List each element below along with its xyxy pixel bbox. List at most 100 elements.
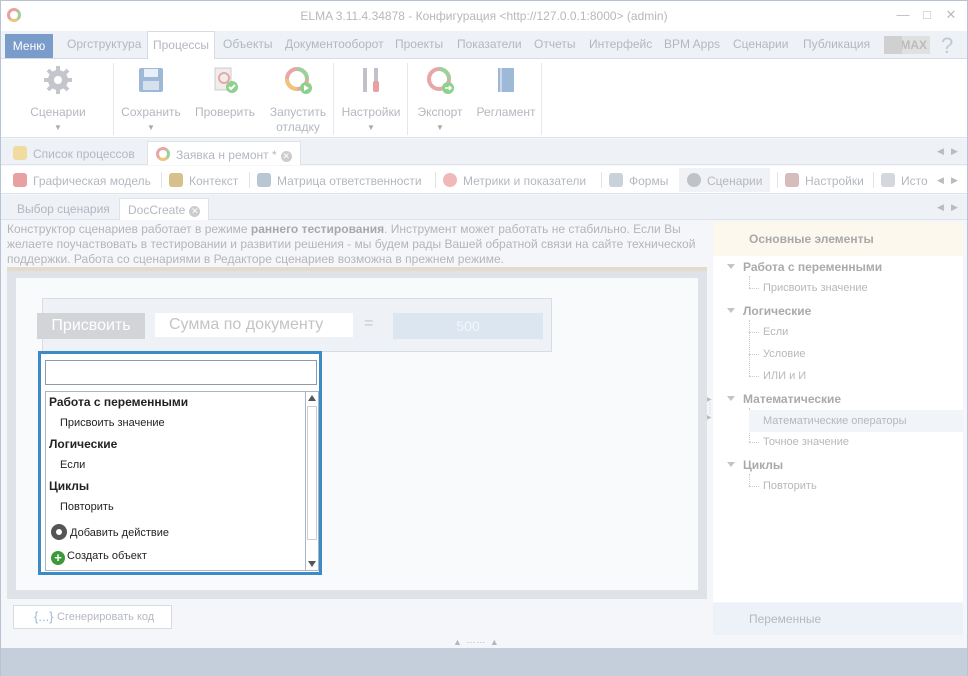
tree-item-repeat[interactable]: Повторить bbox=[763, 480, 817, 492]
tree-line bbox=[749, 474, 750, 486]
scenarios-button[interactable]: Сценарии ▼ bbox=[27, 65, 89, 135]
add-action-label: Добавить действие bbox=[70, 527, 169, 539]
tree-item-exact-value[interactable]: Точное значение bbox=[763, 436, 849, 448]
tree-item-or-and[interactable]: ИЛИ и И bbox=[763, 370, 806, 382]
tab-repair-request[interactable]: Заявка н ремонт * ✕ bbox=[147, 141, 301, 165]
menu-button[interactable]: Меню bbox=[5, 34, 53, 58]
tools-icon bbox=[785, 173, 799, 187]
tree-group-variables[interactable]: Работа с переменными bbox=[726, 260, 882, 274]
help-icon[interactable]: ? bbox=[941, 33, 953, 59]
tab-scroll-right-icon[interactable]: ▶ bbox=[951, 175, 958, 186]
generate-code-button[interactable]: {...} Сгенерировать код bbox=[13, 605, 172, 629]
tree-line bbox=[749, 376, 759, 377]
variable-field[interactable]: Сумма по документу bbox=[155, 313, 353, 337]
tab-metrics[interactable]: Метрики и показатели bbox=[443, 173, 586, 188]
tab-scenarios[interactable]: Сценарии bbox=[733, 37, 788, 51]
tools-icon bbox=[363, 68, 379, 92]
tree-item-condition[interactable]: Условие bbox=[763, 348, 806, 360]
tab-orgstructure[interactable]: Оргструктура bbox=[67, 37, 141, 51]
list-group-variables: Работа с переменными bbox=[49, 395, 189, 409]
ribbon-toolbar: Сценарии ▼ Сохранить ▼ Проверить Запусти… bbox=[1, 59, 967, 138]
action-search-input[interactable] bbox=[45, 360, 317, 385]
tab-close-icon[interactable]: ✕ bbox=[280, 151, 292, 162]
scroll-thumb[interactable] bbox=[307, 406, 317, 540]
tab-doccreate[interactable]: DocCreate ✕ bbox=[119, 198, 210, 220]
book-icon bbox=[498, 68, 514, 92]
main-menu-bar: Меню Оргструктура Процессы Объекты Докум… bbox=[1, 31, 967, 60]
tab-scroll-left-icon[interactable]: ◀ bbox=[937, 175, 944, 186]
tab-forms[interactable]: Формы bbox=[609, 173, 668, 188]
list-group-logical: Логические bbox=[49, 437, 118, 451]
elements-panel: Основные элементы Работа с переменными П… bbox=[713, 222, 963, 602]
scenarios-label: Сценарии bbox=[30, 105, 86, 119]
debug-icon bbox=[285, 67, 312, 94]
tab-separator bbox=[873, 172, 874, 188]
tree-item-if[interactable]: Если bbox=[763, 326, 788, 338]
tab-scroll-right-icon[interactable]: ▶ bbox=[951, 202, 958, 213]
dropdown-arrow-icon: ▼ bbox=[367, 123, 375, 132]
tab-scroll-left-icon[interactable]: ◀ bbox=[937, 202, 944, 213]
tree-group-math[interactable]: Математические bbox=[726, 392, 841, 406]
tab-objects[interactable]: Объекты bbox=[223, 37, 273, 51]
maximize-icon[interactable]: □ bbox=[919, 7, 935, 23]
horizontal-splitter-handle[interactable]: ▲ ⋯⋯ ▲ bbox=[453, 637, 500, 648]
document-tabs: Список процессов Заявка н ремонт * ✕ ◀ ▶ bbox=[1, 139, 967, 165]
assign-button[interactable]: Присвоить bbox=[37, 313, 145, 339]
create-object-label: Создать объект bbox=[67, 550, 147, 562]
ribbon-separator bbox=[541, 63, 542, 135]
tab-choose-scenario[interactable]: Выбор сценария bbox=[9, 198, 118, 220]
close-icon[interactable]: ✕ bbox=[943, 7, 959, 23]
max-toggle[interactable]: MAX bbox=[884, 36, 930, 54]
tab-interface[interactable]: Интерфейс bbox=[589, 37, 652, 51]
tab-scenarios-model[interactable]: Сценарии bbox=[679, 168, 771, 192]
tab-indicators[interactable]: Показатели bbox=[457, 37, 522, 51]
tree-line bbox=[749, 486, 759, 487]
popup-scrollbar[interactable] bbox=[305, 391, 319, 571]
tab-publication[interactable]: Публикация bbox=[803, 37, 870, 51]
ribbon-separator bbox=[113, 63, 114, 135]
start-debug-button[interactable]: Запустить отладку bbox=[265, 65, 331, 135]
tab-scroll-left-icon[interactable]: ◀ bbox=[937, 146, 944, 157]
folder-icon bbox=[13, 146, 27, 160]
tab-history[interactable]: Исто bbox=[881, 173, 931, 188]
context-icon bbox=[169, 173, 183, 187]
tab-documents[interactable]: Документооборот bbox=[285, 37, 384, 51]
tab-context[interactable]: Контекст bbox=[169, 173, 238, 188]
assign-block[interactable]: Присвоить Сумма по документу = 500 bbox=[37, 298, 552, 352]
tab-scroll-right-icon[interactable]: ▶ bbox=[951, 146, 958, 157]
tree-item-assign-value[interactable]: Присвоить значение bbox=[763, 282, 868, 294]
tab-graphic-model[interactable]: Графическая модель bbox=[13, 173, 151, 188]
list-item-repeat[interactable]: Повторить bbox=[60, 501, 114, 513]
create-object-item[interactable]: + Создать объект bbox=[51, 550, 147, 565]
check-button[interactable]: Проверить bbox=[193, 65, 257, 120]
tab-reports[interactable]: Отчеты bbox=[534, 37, 575, 51]
tree-line bbox=[749, 276, 750, 288]
save-button[interactable]: Сохранить ▼ bbox=[119, 65, 183, 135]
tab-responsibility-matrix[interactable]: Матрица ответственности bbox=[257, 173, 422, 188]
tree-group-logical[interactable]: Логические bbox=[726, 304, 811, 318]
tab-process-list[interactable]: Список процессов bbox=[5, 141, 143, 165]
reglament-button[interactable]: Регламент bbox=[475, 65, 537, 120]
tab-projects[interactable]: Проекты bbox=[395, 37, 443, 51]
variables-panel-header[interactable]: Переменные bbox=[713, 603, 963, 635]
tab-close-icon[interactable]: ✕ bbox=[189, 206, 201, 217]
list-item-assign-value[interactable]: Присвоить значение bbox=[60, 417, 165, 429]
start-debug-label-1: Запустить bbox=[269, 105, 327, 119]
tree-item-math-operators[interactable]: Математические операторы bbox=[749, 410, 963, 432]
minimize-icon[interactable]: — bbox=[895, 7, 911, 23]
list-group-loops: Циклы bbox=[49, 479, 90, 493]
tab-bpm-apps[interactable]: BPM Apps bbox=[664, 37, 720, 51]
export-button[interactable]: Экспорт ▼ bbox=[411, 65, 469, 135]
tab-settings-model[interactable]: Настройки bbox=[785, 173, 864, 188]
add-action-item[interactable]: Добавить действие bbox=[51, 524, 169, 540]
action-picker-popup: Работа с переменными Присвоить значение … bbox=[38, 351, 322, 575]
scroll-up-icon[interactable] bbox=[308, 395, 316, 401]
scroll-down-icon[interactable] bbox=[308, 561, 316, 567]
warning-text-1: Конструктор сценариев работает в режиме bbox=[7, 222, 251, 236]
tab-processes[interactable]: Процессы bbox=[147, 31, 216, 60]
list-item-if[interactable]: Если bbox=[60, 459, 85, 471]
settings-button[interactable]: Настройки ▼ bbox=[339, 65, 403, 135]
tree-group-loops[interactable]: Циклы bbox=[726, 458, 783, 472]
value-field[interactable]: 500 bbox=[393, 313, 543, 339]
save-label: Сохранить bbox=[121, 105, 181, 119]
